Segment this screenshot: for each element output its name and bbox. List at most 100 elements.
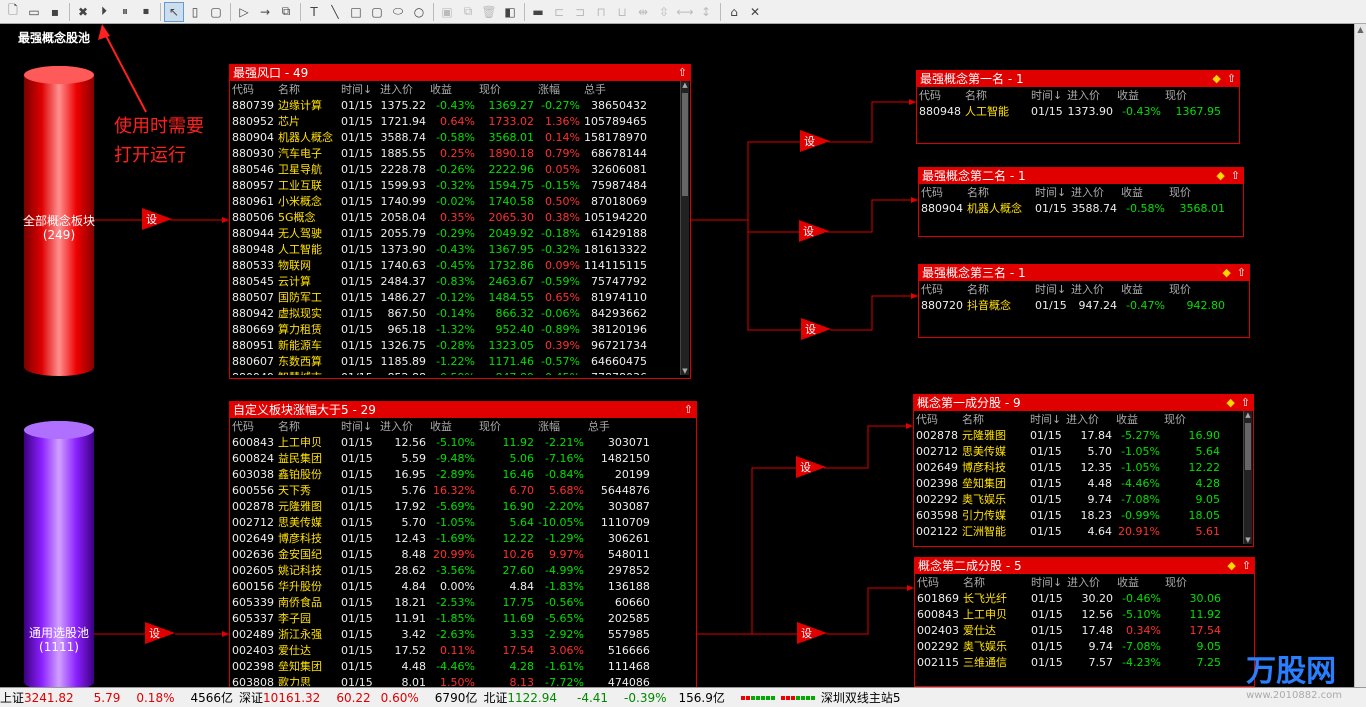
table-row[interactable]: 002878 元隆雅图 01/15 17.92 -5.69% 16.90 -2.20% 303… — [230, 498, 652, 514]
copy-icon[interactable]: ⧉ — [276, 2, 296, 22]
table-row[interactable]: 002398 垒知集团 01/15 4.48 -4.46% 4.28 — [914, 475, 1222, 491]
save-icon[interactable]: ▪ — [45, 2, 65, 22]
delete-icon[interactable]: ✖ — [73, 2, 93, 22]
table-row[interactable]: 002605 姚记科技 01/15 28.62 -3.56% 27.60 -4.99% 297… — [230, 562, 652, 578]
same-width-icon[interactable]: ⟷ — [675, 2, 695, 22]
copy2-icon[interactable]: ⧉ — [458, 2, 478, 22]
table-row[interactable]: 880942 虚拟现实 01/15 867.50 -0.14% 866.32 -0.06% 8… — [230, 305, 649, 321]
diamond-icon[interactable]: ◆ — [1227, 559, 1235, 572]
column-header[interactable]: 代码 — [230, 81, 276, 97]
column-header[interactable]: 代码 — [914, 411, 960, 427]
table-row[interactable]: 880506 5G概念 01/15 2058.04 0.35% 2065.30 0.38% 1… — [230, 209, 649, 225]
panel-concept-2-constituents[interactable]: 概念第二成分股 - 5 ◆ ⇧ 代码 名称 时间↓ 进入价 收益 现价 601869 长飞光纤 01/… — [914, 557, 1255, 687]
table-row[interactable]: 002489 浙江永强 01/15 3.42 -2.63% 3.33 -2.92% 55798… — [230, 626, 652, 642]
column-header[interactable]: 进入价 — [1065, 87, 1115, 103]
collapse-icon[interactable]: ⇧ — [1237, 266, 1246, 279]
column-header[interactable]: 总手 — [586, 418, 652, 434]
pool-node-all-concepts[interactable]: 全部概念板块 (249) — [23, 66, 95, 376]
table-row[interactable]: 002115 三维通信 01/15 7.57 -4.23% 7.25 — [915, 654, 1223, 670]
panel-header[interactable]: 概念第一成分股 - 9 ◆ ⇧ — [914, 395, 1253, 411]
same-height-icon[interactable]: ↕ — [696, 2, 716, 22]
table-row[interactable]: 002636 金安国纪 01/15 8.48 20.99% 10.26 9.97% 54801… — [230, 546, 652, 562]
column-header[interactable]: 代码 — [919, 184, 965, 200]
table-row[interactable]: 600824 益民集团 01/15 5.59 -9.48% 5.06 -7.16% 14821… — [230, 450, 652, 466]
column-header[interactable]: 时间↓ — [339, 81, 378, 97]
panel-header[interactable]: 最强风口 - 49 ⇧ — [230, 65, 690, 81]
column-header[interactable]: 名称 — [963, 87, 1029, 103]
align-right-icon[interactable]: ⊐ — [570, 2, 590, 22]
table-row[interactable]: 880961 小米概念 01/15 1740.99 -0.02% 1740.58 0.50%… — [230, 193, 649, 209]
pointer-icon[interactable]: ↖ — [164, 1, 184, 22]
filter-node[interactable]: 设 — [145, 622, 175, 644]
column-header[interactable]: 现价 — [1162, 411, 1222, 427]
table-row[interactable]: 880720 抖音概念 01/15 947.24 -0.47% 942.80 — [919, 297, 1227, 313]
table-row[interactable]: 880948 人工智能 01/15 1373.90 -0.43% 1367.95 — [917, 103, 1223, 119]
collapse-icon[interactable]: ⇧ — [1227, 72, 1236, 85]
table-row[interactable]: 880545 云计算 01/15 2484.37 -0.83% 2463.67 -0.59%… — [230, 273, 649, 289]
column-header[interactable]: 代码 — [917, 87, 963, 103]
align-bottom-icon[interactable]: ⊔ — [612, 2, 632, 22]
document-icon[interactable]: ▢ — [206, 2, 226, 22]
table-row[interactable]: 603038 鑫铂股份 01/15 16.95 -2.89% 16.46 -0.84% 201… — [230, 466, 652, 482]
panel-concept-rank-2[interactable]: 最强概念第二名 - 1 ◆ ⇧ 代码 名称 时间↓ 进入价 收益 现价 880904 机器人概念 01… — [918, 167, 1244, 237]
column-header[interactable]: 进入价 — [1065, 574, 1115, 590]
table-row[interactable]: 605337 李子园 01/15 11.91 -1.85% 11.69 -5.65% 2025… — [230, 610, 652, 626]
table-row[interactable]: 601869 长飞光纤 01/15 30.20 -0.46% 30.06 — [915, 590, 1223, 606]
panel-custom-sector-gain[interactable]: 自定义板块涨幅大于5 - 29 ⇧ 代码 名称 时间↓ 进入价 收益 现价 涨幅 总手 600843… — [229, 401, 697, 687]
grid-icon[interactable]: ⌂ — [724, 2, 744, 22]
column-header[interactable]: 收益 — [1115, 574, 1163, 590]
column-header[interactable]: 进入价 — [378, 418, 428, 434]
column-header[interactable]: 进入价 — [1064, 411, 1114, 427]
table-row[interactable]: 002878 元隆雅图 01/15 17.84 -5.27% 16.90 — [914, 427, 1222, 443]
stop-icon[interactable]: ⏹ — [136, 2, 156, 22]
table-row[interactable]: 600843 上工申贝 01/15 12.56 -5.10% 11.92 — [915, 606, 1223, 622]
column-header[interactable]: 收益 — [428, 418, 477, 434]
table-row[interactable]: 002292 奥飞娱乐 01/15 9.74 -7.08% 9.05 — [914, 491, 1222, 507]
column-header[interactable]: 名称 — [960, 411, 1028, 427]
table-row[interactable]: 600156 华升股份 01/15 4.84 0.00% 4.84 -1.83% 136188 — [230, 578, 652, 594]
filter-node[interactable]: 设 — [142, 208, 172, 230]
filter-node[interactable]: 设 — [800, 130, 830, 152]
filter-node[interactable]: 设 — [801, 318, 831, 340]
column-header[interactable]: 收益 — [428, 81, 477, 97]
scroll-thumb[interactable] — [1245, 423, 1251, 470]
table-row[interactable]: 880507 国防军工 01/15 1486.27 -0.12% 1484.55 0.65%… — [230, 289, 649, 305]
table-row[interactable]: 880948 人工智能 01/15 1373.90 -0.43% 1367.95 -0.32… — [230, 241, 649, 257]
table-row[interactable]: 880952 芯片 01/15 1721.94 0.64% 1733.02 1.36% 105… — [230, 113, 649, 129]
cylinder-icon[interactable]: ▯ — [185, 2, 205, 22]
table-row[interactable]: 002649 博彦科技 01/15 12.35 -1.05% 12.22 — [914, 459, 1222, 475]
column-header[interactable]: 名称 — [965, 281, 1033, 297]
column-header[interactable]: 名称 — [276, 418, 339, 434]
table-row[interactable]: 880944 无人驾驶 01/15 2055.79 -0.29% 2049.92 -0.18… — [230, 225, 649, 241]
table-row[interactable]: 880739 边缘计算 01/15 1375.22 -0.43% 1369.27 -0.27… — [230, 97, 649, 113]
diamond-icon[interactable]: ◆ — [1212, 72, 1220, 85]
align-left-icon[interactable]: ⊏ — [549, 2, 569, 22]
collapse-icon[interactable]: ⇧ — [1242, 559, 1251, 572]
column-header[interactable]: 名称 — [276, 81, 339, 97]
table-row[interactable]: 002292 奥飞娱乐 01/15 9.74 -7.08% 9.05 — [915, 638, 1223, 654]
trash-icon[interactable]: 🗑 — [479, 2, 499, 22]
panel-header[interactable]: 自定义板块涨幅大于5 - 29 ⇧ — [230, 402, 696, 418]
workspace-scrollbar[interactable]: ▲ — [1354, 24, 1366, 687]
align-top-icon[interactable]: ⊓ — [591, 2, 611, 22]
table-row[interactable]: 002712 思美传媒 01/15 5.70 -1.05% 5.64 — [914, 443, 1222, 459]
table-row[interactable]: 880669 算力租赁 01/15 965.18 -1.32% 952.40 -0.89% 3… — [230, 321, 649, 337]
circle-tool-icon[interactable]: ○ — [409, 2, 429, 22]
table-row[interactable]: 600843 上工申贝 01/15 12.56 -5.10% 11.92 -2.21% 303… — [230, 434, 652, 450]
panel-concept-rank-1[interactable]: 最强概念第一名 - 1 ◆ ⇧ 代码 名称 时间↓ 进入价 收益 现价 880948 人工智能 01/… — [916, 70, 1240, 144]
table-row[interactable]: 880904 机器人概念 01/15 3588.74 -0.58% 3568.01 — [919, 200, 1227, 216]
open-folder-icon[interactable]: ▭ — [24, 2, 44, 22]
column-header[interactable]: 现价 — [1163, 574, 1223, 590]
diamond-icon[interactable]: ◆ — [1222, 266, 1230, 279]
table-row[interactable]: 603808 歌力思 01/15 8.01 1.50% 8.13 -7.72% 474086 — [230, 674, 652, 687]
table-row[interactable]: 880951 新能源车 01/15 1326.75 -0.28% 1323.05 0.39%… — [230, 337, 649, 353]
table-row[interactable]: 880546 卫星导航 01/15 2228.78 -0.26% 2222.96 0.05%… — [230, 161, 649, 177]
rounded-rect-icon[interactable]: ▢ — [367, 2, 387, 22]
column-header[interactable]: 名称 — [965, 184, 1033, 200]
column-header[interactable]: 时间↓ — [1029, 574, 1065, 590]
text-tool-icon[interactable]: T — [304, 2, 324, 22]
column-header[interactable]: 总手 — [582, 81, 649, 97]
table-row[interactable]: 002712 思美传媒 01/15 5.70 -1.05% 5.64 -10.05% 1110… — [230, 514, 652, 530]
pause-icon[interactable]: ⏸ — [115, 2, 135, 22]
line-tool-icon[interactable]: ╲ — [325, 2, 345, 22]
